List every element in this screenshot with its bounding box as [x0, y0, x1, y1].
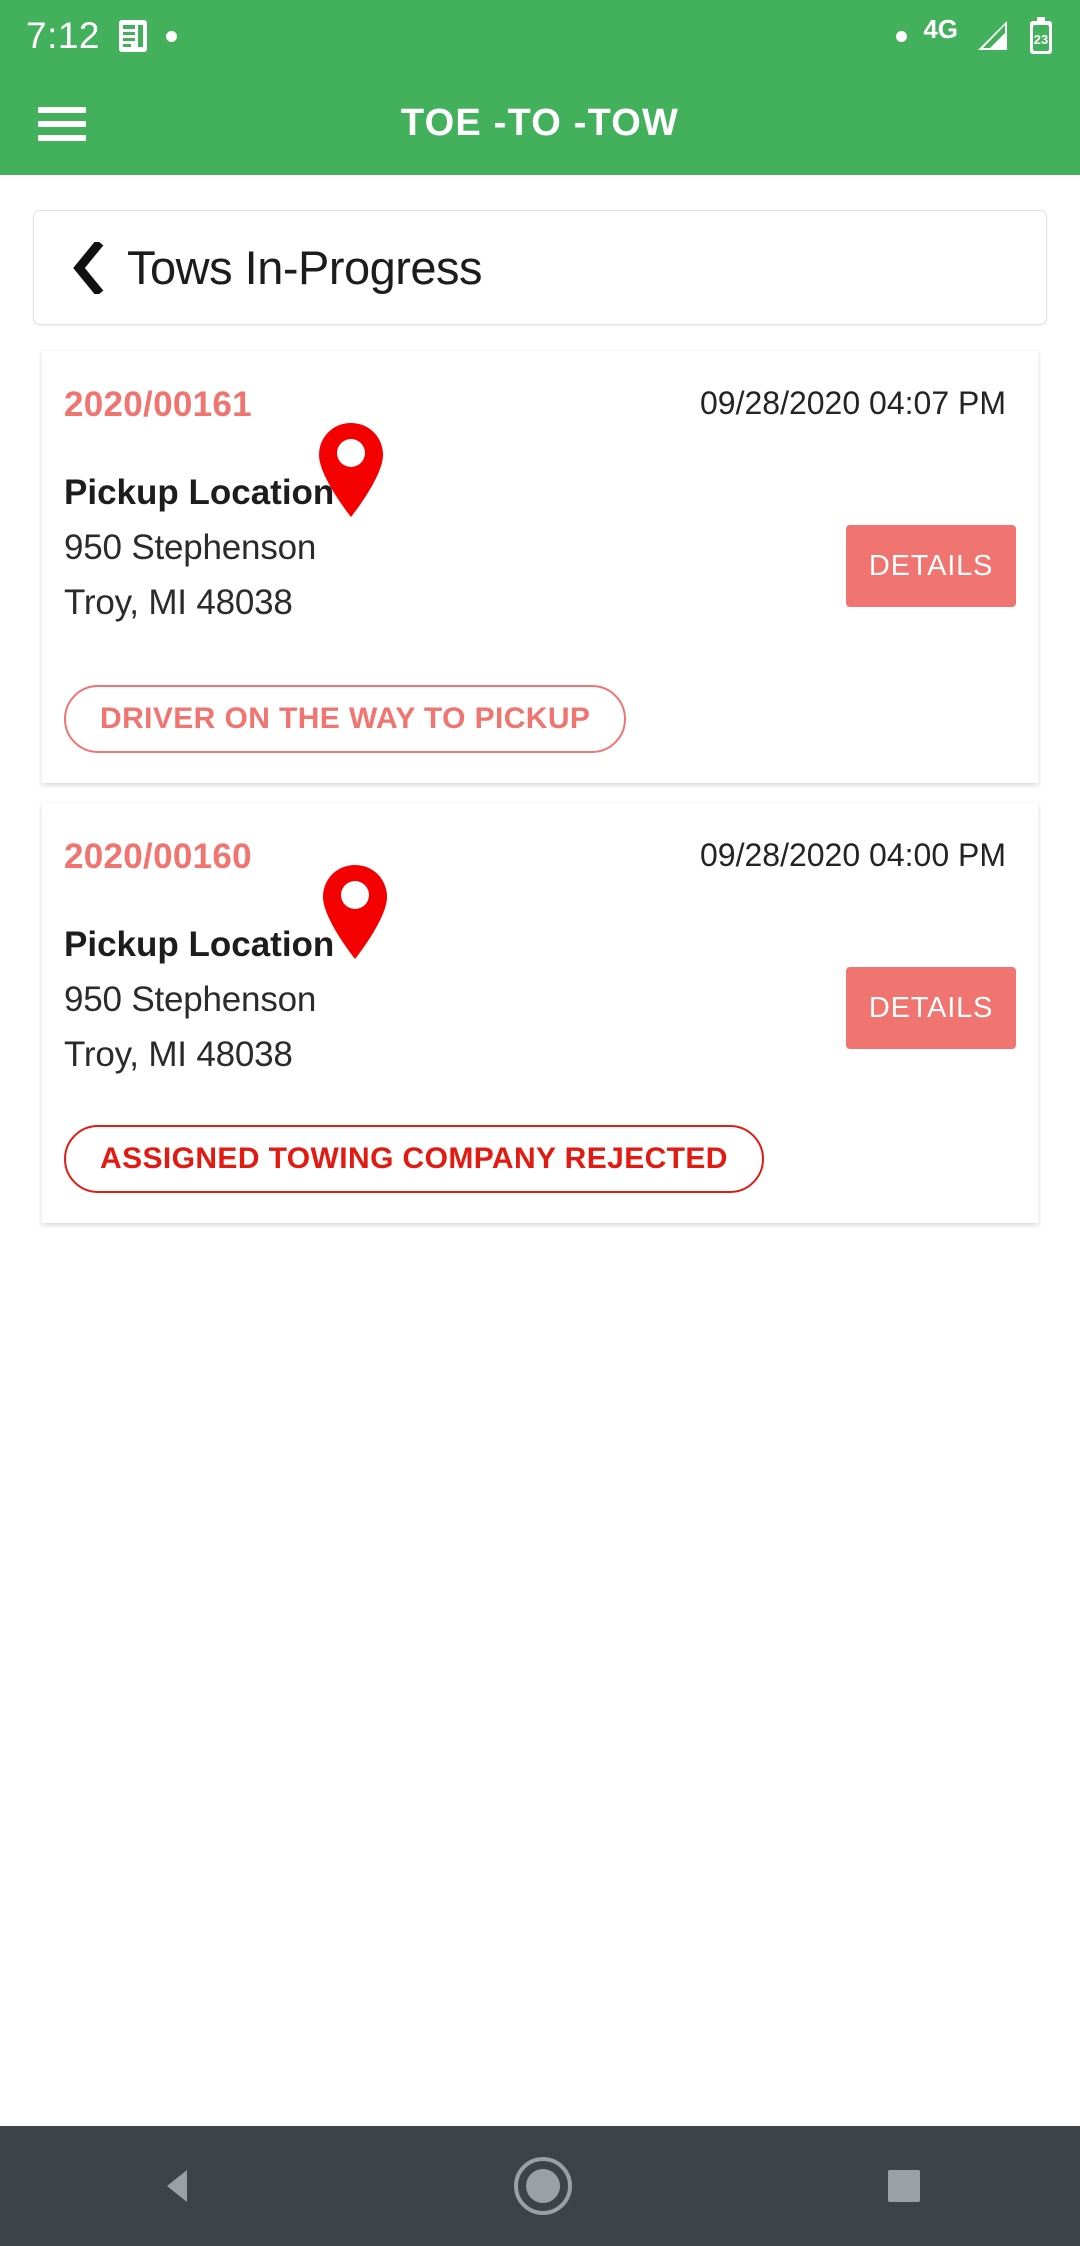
tow-datetime: 09/28/2020 04:00 PM	[699, 837, 1006, 873]
status-dot-icon	[896, 30, 908, 42]
tow-datetime: 09/28/2020 04:07 PM	[699, 385, 1006, 421]
notification-dot-icon	[166, 30, 178, 42]
pickup-location-label: Pickup Location	[64, 925, 335, 964]
tow-card-list: 2020/00161 09/28/2020 04:07 PM Pickup Lo…	[42, 351, 1038, 1223]
tow-card[interactable]: 2020/00161 09/28/2020 04:07 PM Pickup Lo…	[42, 351, 1038, 783]
tow-card-header: 2020/00161 09/28/2020 04:07 PM	[64, 385, 1008, 425]
nav-home-circle-icon[interactable]	[512, 2155, 574, 2217]
tow-card-body: Pickup Location 950 Stephenson Troy, MI …	[64, 423, 1016, 623]
android-navigation-bar	[0, 2126, 1080, 2246]
network-type-label: 4G	[923, 13, 958, 44]
page-title: Tows In-Progress	[127, 241, 483, 294]
tow-reference-number: 2020/00160	[64, 837, 252, 876]
signal-strength-icon	[974, 19, 1012, 53]
status-badge[interactable]: DRIVER ON THE WAY TO PICKUP	[64, 685, 627, 753]
map-pin-icon	[320, 863, 390, 966]
tow-card[interactable]: 2020/00160 09/28/2020 04:00 PM Pickup Lo…	[42, 803, 1038, 1223]
hamburger-bar	[38, 120, 86, 127]
tow-card-body: Pickup Location 950 Stephenson Troy, MI …	[64, 865, 1016, 1075]
map-pin-icon	[316, 421, 386, 524]
nav-back-triangle-icon[interactable]	[155, 2162, 203, 2210]
details-button[interactable]: DETAILS	[846, 525, 1016, 607]
status-bar: 7:12 4G 23	[0, 0, 1080, 72]
status-bar-right: 4G 23	[896, 13, 1054, 55]
status-badge[interactable]: ASSIGNED TOWING COMPANY REJECTED	[64, 1125, 764, 1193]
battery-icon: 23	[1028, 17, 1054, 55]
tow-reference-number: 2020/00161	[64, 385, 252, 424]
news-notification-icon	[118, 19, 148, 53]
nav-recents-square-icon[interactable]	[883, 2165, 925, 2207]
status-bar-left: 7:12	[26, 15, 178, 57]
back-chevron-icon[interactable]	[69, 241, 105, 294]
hamburger-menu-icon[interactable]	[38, 106, 86, 141]
main-content: Tows In-Progress 2020/00161 09/28/2020 0…	[0, 175, 1080, 1223]
tow-card-header: 2020/00160 09/28/2020 04:00 PM	[64, 837, 1008, 877]
hamburger-bar	[38, 106, 86, 113]
svg-text:23: 23	[1034, 32, 1048, 47]
status-bar-clock: 7:12	[26, 15, 101, 56]
details-button[interactable]: DETAILS	[846, 967, 1016, 1049]
page-header-card: Tows In-Progress	[33, 210, 1047, 325]
pickup-location-label: Pickup Location	[64, 473, 335, 512]
app-title: TOE -TO -TOW	[400, 102, 680, 144]
app-bar: TOE -TO -TOW	[0, 72, 1080, 175]
hamburger-bar	[38, 134, 86, 141]
